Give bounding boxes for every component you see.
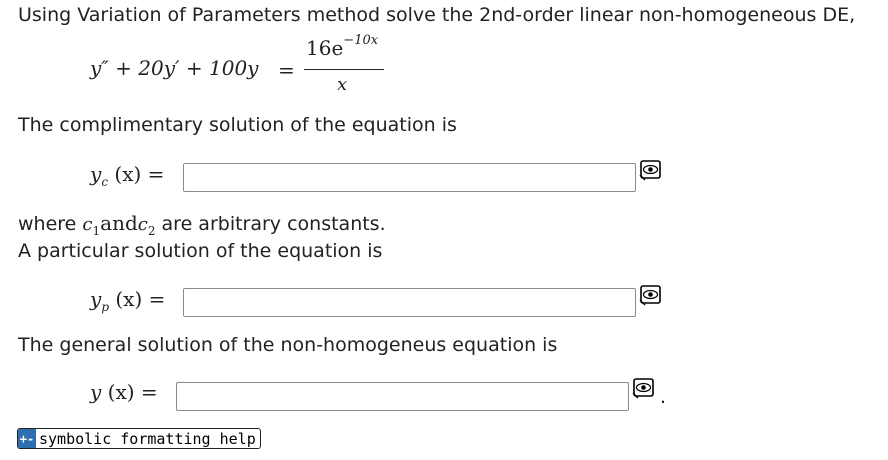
preview-icon[interactable] [638,159,662,181]
eye-preview-icon [632,378,654,399]
c2-symbol: c [137,214,148,235]
question-intro: Using Variation of Parameters method sol… [18,4,856,26]
yp-equals: = [148,287,166,311]
yc-answer-input[interactable] [183,163,636,192]
particular-text: A particular solution of the equation is [18,240,383,262]
y-equals: = [140,380,158,404]
eye-preview-icon [639,285,661,306]
yc-label: yc (x) = [90,162,164,189]
yc-equals: = [147,162,165,186]
equation-lhs: y″ + 20y′ + 100y [90,56,258,80]
equation-equals: = [278,58,295,82]
y-label: y (x) = [90,380,158,404]
eye-preview-icon [639,160,661,181]
y-answer-input[interactable] [176,382,629,411]
and-word: and [100,211,138,235]
where-line: where c1andc2 are arbitrary constants. [18,211,386,238]
help-label: symbolic formatting help [39,429,256,448]
where-word: where [18,213,77,235]
help-badge-icon: +- [18,429,36,448]
yc-arg: (x) [114,162,142,186]
yp-arg: (x) [115,287,143,311]
yp-answer-input[interactable] [183,288,636,317]
yc-subscript: c [101,175,109,189]
equation-lhs-text: y″ + 20y′ + 100y [90,56,259,80]
numerator-base: 16e [306,36,344,60]
yp-subscript: p [101,300,109,314]
final-period: . [660,386,667,408]
symbolic-formatting-help-button[interactable]: +- symbolic formatting help [17,428,261,449]
preview-icon[interactable] [638,284,662,306]
equation-numerator: 16e−10x [306,33,379,60]
y-symbol: y [90,380,102,404]
c2-subscript: 2 [147,223,156,238]
yp-label: yp (x) = [90,287,165,314]
preview-icon[interactable] [631,377,655,399]
c1-subscript: 1 [92,223,101,238]
equation-denominator: x [337,74,348,95]
yc-symbol: y [90,162,102,186]
numerator-exponent: −10x [343,33,379,49]
fraction-bar [304,69,384,70]
complementary-text: The complimentary solution of the equati… [18,114,457,136]
yp-symbol: y [90,287,102,311]
arbitrary-text: are arbitrary constants. [161,213,386,235]
c1-symbol: c [82,214,93,235]
general-text: The general solution of the non-homogene… [18,334,558,356]
y-arg: (x) [107,380,135,404]
